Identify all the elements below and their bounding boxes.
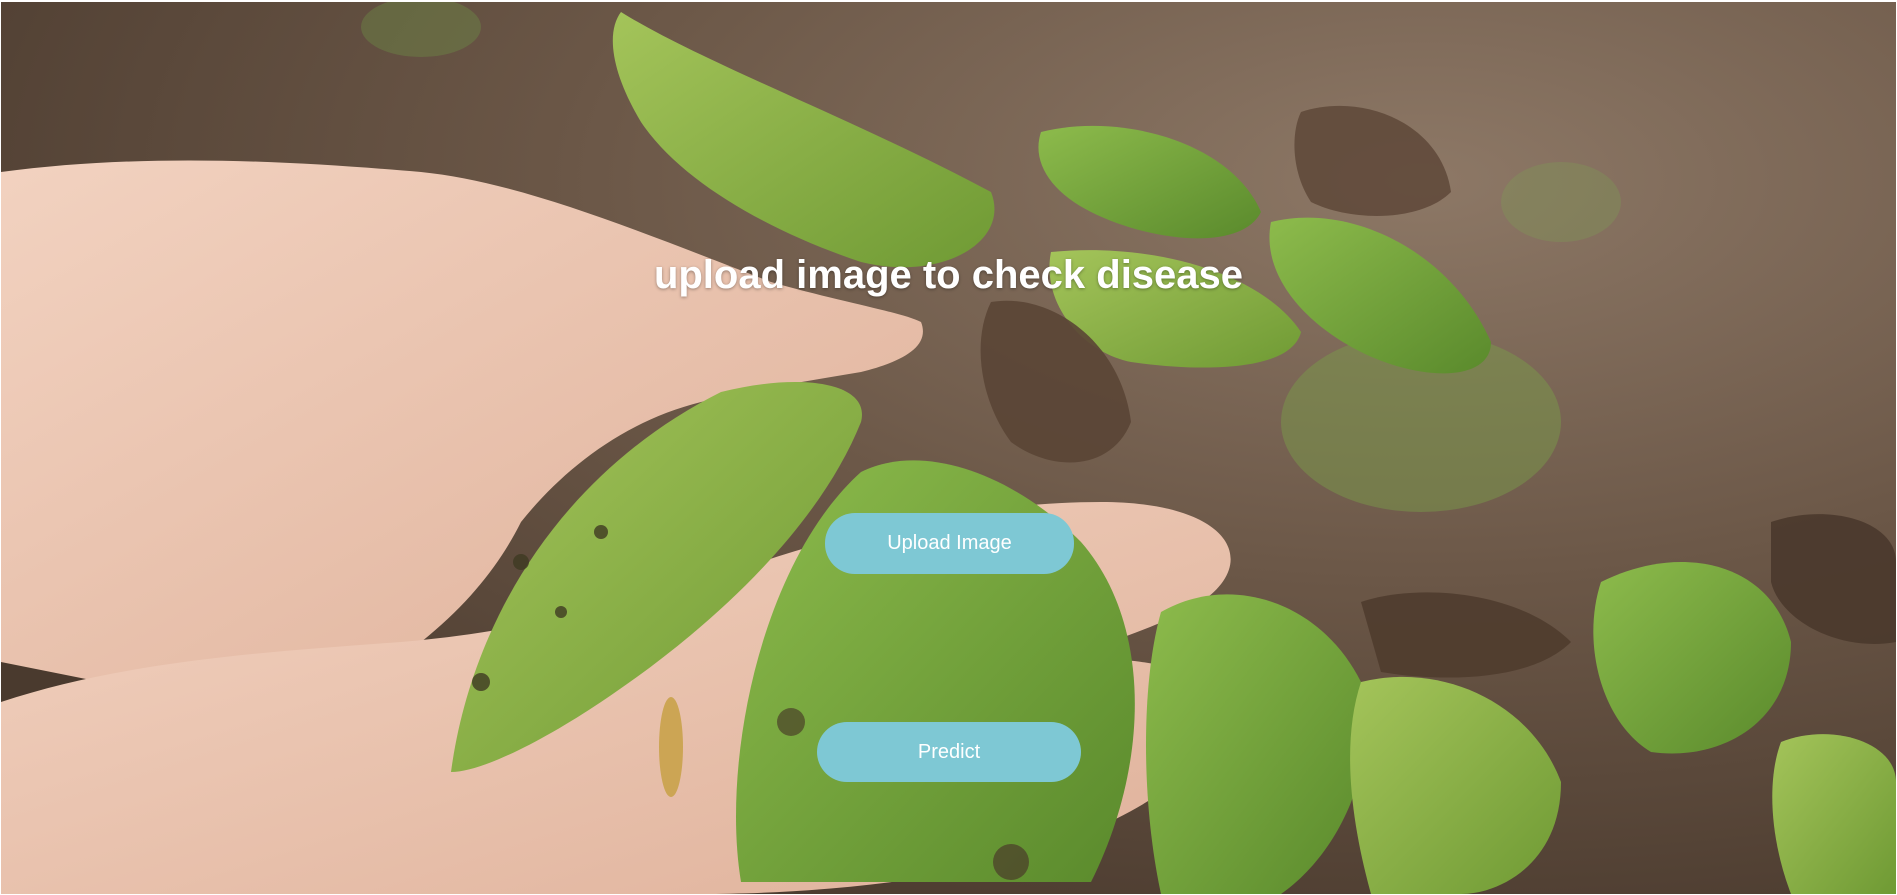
predict-button[interactable]: Predict	[817, 722, 1081, 782]
page-title: upload image to check disease	[653, 253, 1244, 297]
page: upload image to check disease Upload Ima…	[0, 0, 1897, 895]
upload-image-button[interactable]: Upload Image	[825, 513, 1074, 574]
